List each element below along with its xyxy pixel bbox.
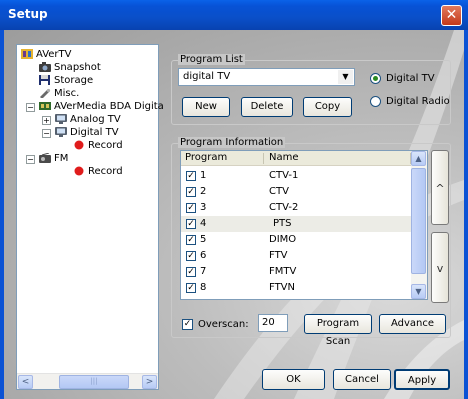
program-name: PTS (273, 218, 292, 229)
chevron-down-icon[interactable]: ▼ (338, 70, 353, 84)
tree-item-label: Record (88, 140, 123, 151)
program-list-view[interactable]: Program Name ✓ 1 CTV-1 ✓ 2 CTV ✓ 3 CTV-2… (180, 150, 428, 300)
apply-button[interactable]: Apply (394, 369, 450, 390)
column-header-name[interactable]: Name (269, 152, 299, 163)
program-name: FMTV (269, 266, 297, 277)
table-row[interactable]: ✓ 1 CTV-1 (181, 168, 411, 184)
setup-window: Setup ✕ AVerTV Snapshot Storage Misc. − … (0, 0, 468, 399)
collapse-icon[interactable]: − (26, 103, 35, 112)
table-row[interactable]: ✓ 7 FMTV (181, 264, 411, 280)
tree-item-label: Storage (54, 75, 94, 86)
program-name: FTV (269, 250, 288, 261)
program-number: 5 (200, 234, 207, 245)
device-icon (39, 102, 51, 110)
window-frame-right (464, 30, 468, 399)
row-checkbox[interactable]: ✓ (186, 187, 196, 197)
column-header-program[interactable]: Program (185, 152, 227, 163)
row-checkbox[interactable]: ✓ (186, 203, 196, 213)
program-name: DIMO (269, 234, 297, 245)
title-bar[interactable]: Setup ✕ (0, 0, 468, 30)
scroll-thumb[interactable] (411, 168, 426, 274)
row-checkbox[interactable]: ✓ (186, 251, 196, 261)
program-list-legend: Program List (178, 54, 245, 65)
scroll-up-icon[interactable]: ▲ (411, 151, 426, 166)
tree-item-label: AVerMedia BDA Digita (54, 101, 164, 112)
radio-digital-tv-label: Digital TV (386, 73, 435, 84)
list-header: Program Name (181, 151, 411, 166)
program-number: 2 (200, 186, 207, 197)
tree-item-label: AVerTV (36, 49, 72, 60)
program-name: CTV (269, 186, 289, 197)
program-number: 3 (200, 202, 207, 213)
table-row[interactable]: ✓ 3 CTV-2 (181, 200, 411, 216)
row-checkbox[interactable]: ✓ (186, 267, 196, 277)
radio-icon (39, 153, 51, 163)
cancel-button[interactable]: Cancel (333, 369, 391, 390)
tree-item-label: Record (88, 166, 123, 177)
floppy-icon (39, 75, 50, 85)
program-number: 8 (200, 282, 207, 293)
program-scan-button[interactable]: Program Scan (304, 314, 372, 347)
radio-digital-tv-button[interactable] (370, 73, 381, 84)
expand-icon[interactable]: + (42, 116, 51, 125)
list-vertical-scrollbar[interactable]: ▲ ▼ (411, 151, 427, 299)
new-button[interactable]: New (182, 97, 230, 117)
tree-item-label: Analog TV (70, 114, 121, 125)
row-checkbox[interactable]: ✓ (186, 235, 196, 245)
radio-digital-radio-label: Digital Radio (386, 96, 450, 107)
program-number: 1 (200, 170, 207, 181)
advance-button[interactable]: Advance (379, 314, 446, 334)
tv-icon (55, 127, 67, 137)
scroll-left-icon[interactable]: < (18, 375, 33, 389)
program-list-selected: digital TV (183, 71, 231, 82)
delete-button[interactable]: Delete (241, 97, 293, 117)
record-icon (74, 140, 84, 150)
ok-button[interactable]: OK (262, 369, 325, 390)
collapse-icon[interactable]: − (26, 155, 35, 164)
program-list-dropdown[interactable]: digital TV ▼ (178, 68, 355, 86)
table-row[interactable]: ✓ 6 FTV (181, 248, 411, 264)
move-up-button[interactable]: ^ (431, 150, 449, 225)
column-divider[interactable] (263, 153, 264, 164)
collapse-icon[interactable]: − (42, 129, 51, 138)
program-number: 7 (200, 266, 207, 277)
tree-item-label: Digital TV (70, 127, 119, 138)
scroll-thumb[interactable]: ||| (59, 375, 129, 389)
move-down-button[interactable]: v (431, 232, 449, 303)
row-checkbox[interactable]: ✓ (186, 283, 196, 293)
scroll-down-icon[interactable]: ▼ (411, 284, 426, 299)
table-row[interactable]: ✓ 4 PTS (181, 216, 411, 232)
close-button[interactable]: ✕ (441, 5, 462, 26)
table-row[interactable]: ✓ 8 FTVN (181, 280, 411, 296)
settings-tree[interactable]: AVerTV Snapshot Storage Misc. − AVerMedi… (16, 44, 164, 390)
tv-icon (55, 114, 67, 124)
row-checkbox[interactable]: ✓ (186, 219, 196, 229)
program-information-legend: Program Information (178, 137, 286, 148)
program-name: FTVN (269, 282, 296, 293)
window-title: Setup (8, 7, 48, 21)
tree-item-label: Misc. (54, 88, 80, 99)
tree-horizontal-scrollbar[interactable]: < ||| > (17, 373, 158, 389)
row-checkbox[interactable]: ✓ (186, 171, 196, 181)
camera-icon (39, 62, 51, 72)
program-name: CTV-1 (269, 170, 299, 181)
radio-digital-radio-button[interactable] (370, 96, 381, 107)
overscan-label: Overscan: (198, 319, 249, 330)
tree-item-label: Snapshot (54, 62, 101, 73)
wrench-icon (40, 88, 51, 98)
tree-item-label: FM (54, 153, 69, 164)
copy-button[interactable]: Copy (303, 97, 352, 117)
table-row[interactable]: ✓ 2 CTV (181, 184, 411, 200)
overscan-checkbox[interactable]: ✓ (182, 319, 193, 330)
avertv-icon (21, 49, 33, 59)
program-name: CTV-2 (269, 202, 299, 213)
scroll-right-icon[interactable]: > (142, 375, 157, 389)
record-icon (74, 166, 84, 176)
program-number: 6 (200, 250, 207, 261)
overscan-field[interactable]: 20 (258, 314, 288, 332)
program-number: 4 (200, 218, 207, 229)
table-row[interactable]: ✓ 5 DIMO (181, 232, 411, 248)
